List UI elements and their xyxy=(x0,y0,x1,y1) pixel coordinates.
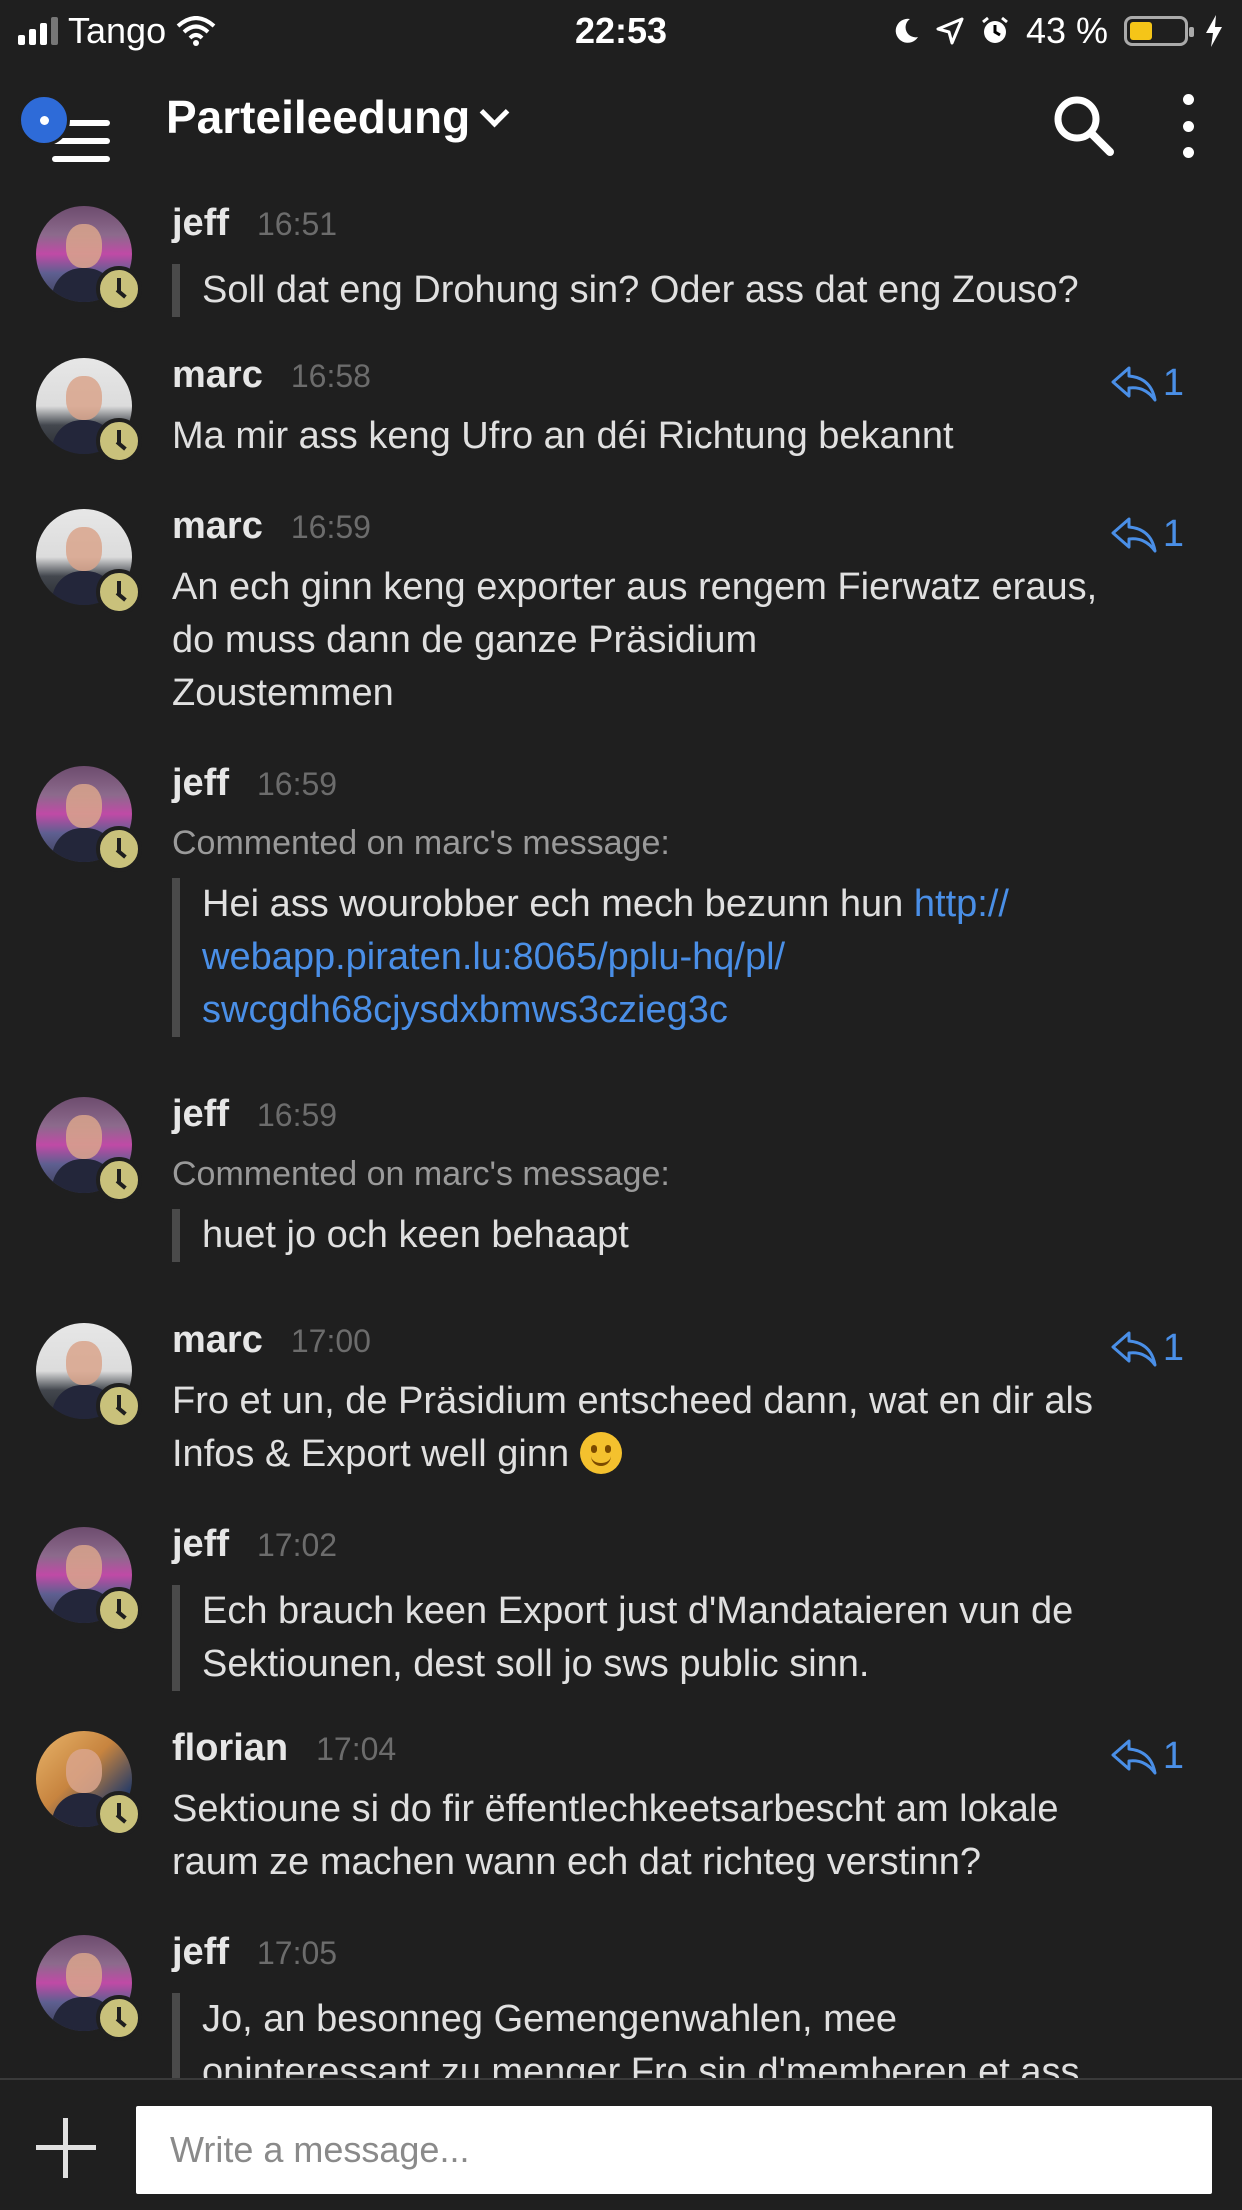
message-time: 17:02 xyxy=(257,1527,338,1563)
message-list[interactable]: jeff 16:51 Soll dat eng Drohung sin? Oder… xyxy=(0,188,1242,2078)
reply-count: 1 xyxy=(1162,1327,1184,1369)
clock-icon xyxy=(96,1157,142,1203)
username[interactable]: jeff xyxy=(172,1093,229,1135)
clock-icon xyxy=(96,1587,142,1633)
reply-arrow-icon xyxy=(1111,517,1157,552)
search-icon[interactable] xyxy=(1050,92,1116,158)
clock-icon xyxy=(96,418,142,464)
status-bar: Tango 22:53 43 % xyxy=(0,0,1242,60)
message-time: 16:59 xyxy=(290,509,371,545)
moon-icon xyxy=(895,18,918,43)
message-time: 16:59 xyxy=(257,1097,338,1133)
message-time: 17:00 xyxy=(290,1323,371,1359)
message-text: An ech ginn keng exporter aus rengem Fie… xyxy=(172,561,1182,720)
reply-count-button[interactable]: 1 xyxy=(1111,1327,1184,1370)
reply-arrow-icon xyxy=(1111,1739,1157,1774)
channel-name: Parteileedung xyxy=(166,91,471,143)
clock-icon xyxy=(96,569,142,615)
reply-count: 1 xyxy=(1162,1735,1184,1777)
message-text: Jo, an besonneg Gemengenwahlen, mee onin… xyxy=(172,1993,1172,2078)
battery-icon xyxy=(1124,16,1194,46)
reply-count: 1 xyxy=(1162,362,1184,404)
message-time: 17:05 xyxy=(257,1935,338,1971)
message-time: 16:59 xyxy=(257,766,338,802)
text-line: An ech ginn keng exporter aus rengem Fie… xyxy=(172,566,1098,608)
username[interactable]: jeff xyxy=(172,1931,229,1973)
username[interactable]: marc xyxy=(172,354,263,396)
text-line: Fro et un, de Präsidium entscheed dann, … xyxy=(172,1380,1093,1422)
text-line: oninteressant zu menger Fro sin d'member… xyxy=(202,2051,1080,2078)
clock-icon xyxy=(96,1995,142,2041)
text-line: Zoustemmen xyxy=(172,672,394,714)
username[interactable]: marc xyxy=(172,505,263,547)
unread-indicator xyxy=(18,94,70,146)
text-line: Ech brauch keen Export just d'Mandataier… xyxy=(202,1590,1074,1632)
text-line: Sektioune si do fir ëffentlechkeetsarbes… xyxy=(172,1788,1059,1830)
clock-icon xyxy=(96,266,142,312)
commented-label[interactable]: Commented on marc's message: xyxy=(172,824,670,863)
charging-icon xyxy=(1206,15,1222,47)
channel-title-button[interactable]: Parteileedung xyxy=(166,90,510,144)
smiley-emoji-icon xyxy=(579,1432,622,1474)
message-text: Soll dat eng Drohung sin? Oder ass dat e… xyxy=(172,264,1172,317)
username[interactable]: jeff xyxy=(172,202,229,244)
reply-count: 1 xyxy=(1162,513,1184,555)
text-line: Infos & Export well ginn xyxy=(172,1428,1182,1481)
message-text: Ma mir ass keng Ufro an déi Richtung bek… xyxy=(172,415,954,457)
attach-plus-icon[interactable] xyxy=(36,2118,96,2178)
username[interactable]: jeff xyxy=(172,762,229,804)
text-line: raum ze machen wann ech dat richteg vers… xyxy=(172,1841,981,1883)
battery-percent: 43 % xyxy=(1025,10,1108,51)
text-line: Sektiounen, dest soll jo sws public sinn… xyxy=(202,1643,870,1685)
reply-count-button[interactable]: 1 xyxy=(1111,513,1184,556)
text-line: Jo, an besonneg Gemengenwahlen, mee xyxy=(202,1998,898,2040)
message-text: Hei ass wourobber ech mech bezunn hun ht… xyxy=(172,878,1172,1037)
text-line: Hei ass wourobber ech mech bezunn hun xyxy=(202,883,904,925)
username[interactable]: marc xyxy=(172,1319,263,1361)
menu-button[interactable] xyxy=(18,78,118,178)
clock-icon xyxy=(96,1383,142,1429)
username[interactable]: florian xyxy=(172,1727,288,1769)
clock-icon xyxy=(96,1791,142,1837)
username[interactable]: jeff xyxy=(172,1523,229,1565)
channel-header: Parteileedung xyxy=(0,60,1242,188)
more-options-icon[interactable] xyxy=(1168,94,1208,158)
message-text: Ech brauch keen Export just d'Mandataier… xyxy=(172,1585,1172,1691)
reply-arrow-icon xyxy=(1111,366,1157,401)
commented-label[interactable]: Commented on marc's message: xyxy=(172,1155,670,1194)
message-time: 17:04 xyxy=(316,1731,397,1767)
message-text: huet jo och keen behaapt xyxy=(172,1209,1172,1262)
clock-icon xyxy=(96,826,142,872)
chevron-down-icon xyxy=(479,97,510,127)
message-time: 16:58 xyxy=(290,358,371,394)
message-input[interactable] xyxy=(136,2106,1212,2194)
text-line: do muss dann de ganze Präsidium xyxy=(172,619,758,661)
message-time: 16:51 xyxy=(257,206,338,242)
message-composer xyxy=(0,2078,1242,2210)
reply-count-button[interactable]: 1 xyxy=(1111,362,1184,405)
location-icon xyxy=(936,17,964,45)
message-text: Sektioune si do fir ëffentlechkeetsarbes… xyxy=(172,1783,1182,1889)
message-text: Fro et un, de Präsidium entscheed dann, … xyxy=(172,1375,1182,1481)
alarm-icon xyxy=(982,16,1008,43)
reply-count-button[interactable]: 1 xyxy=(1111,1735,1184,1778)
reply-arrow-icon xyxy=(1111,1331,1157,1366)
